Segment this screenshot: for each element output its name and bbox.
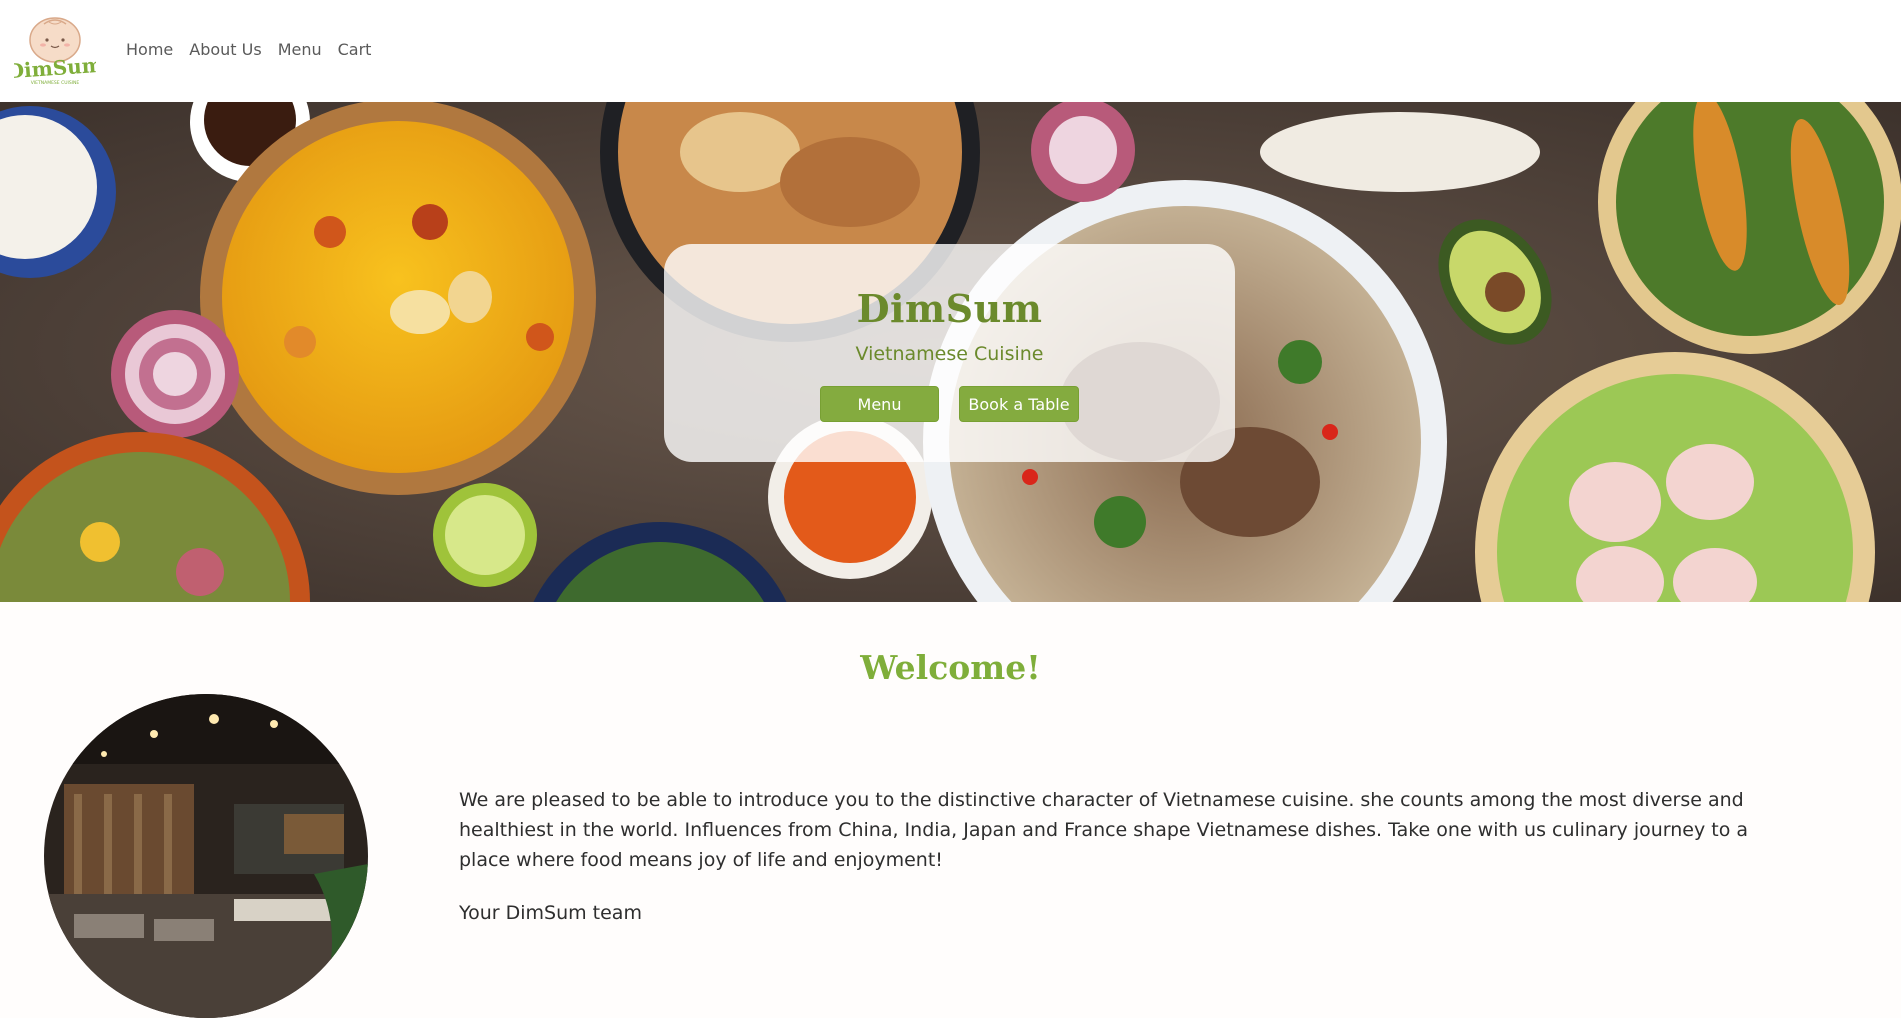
restaurant-interior-photo — [44, 694, 368, 1018]
hero-title: DimSum — [856, 286, 1043, 331]
nav-cart-link[interactable]: Cart — [338, 40, 372, 59]
hero-card: DimSum Vietnamese Cuisine Menu Book a Ta… — [664, 244, 1235, 462]
hero-subtitle: Vietnamese Cuisine — [855, 343, 1044, 365]
svg-text:VIETNAMESE CUISINE: VIETNAMESE CUISINE — [31, 80, 80, 86]
dimsum-logo[interactable]: DimSum VIETNAMESE CUISINE — [6, 12, 104, 88]
svg-text:DimSum: DimSum — [14, 53, 96, 84]
menu-button[interactable]: Menu — [820, 386, 939, 422]
nav-menu-link[interactable]: Menu — [278, 40, 322, 59]
hero-banner: DimSum Vietnamese Cuisine Menu Book a Ta… — [0, 102, 1901, 602]
nav-home-link[interactable]: Home — [126, 40, 173, 59]
welcome-paragraph: We are pleased to be able to introduce y… — [459, 789, 1749, 871]
main-nav: Home About Us Menu Cart — [126, 40, 387, 59]
nav-about-link[interactable]: About Us — [189, 40, 261, 59]
welcome-heading: Welcome! — [860, 648, 1041, 687]
book-table-button[interactable]: Book a Table — [959, 386, 1079, 422]
site-header: DimSum VIETNAMESE CUISINE Home About Us … — [0, 0, 1901, 102]
